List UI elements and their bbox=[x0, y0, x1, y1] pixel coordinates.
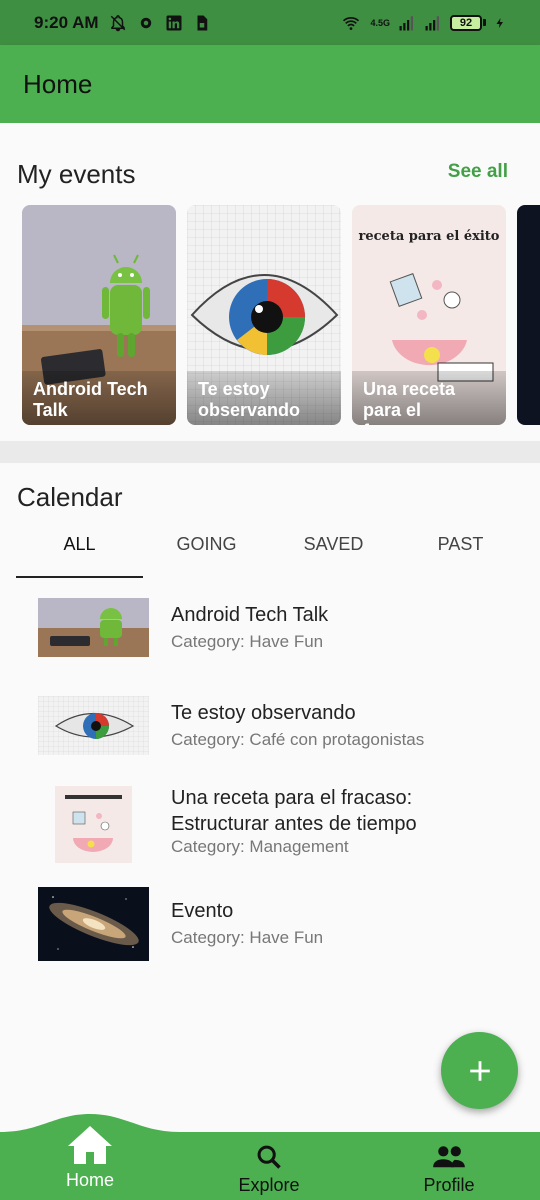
battery-icon: 92 bbox=[450, 14, 486, 31]
search-icon bbox=[257, 1145, 281, 1169]
nav-label: Profile bbox=[423, 1175, 475, 1195]
list-item[interactable]: Una receta para el fracaso: Estructurar … bbox=[0, 785, 540, 865]
event-category: Category: Have Fun bbox=[171, 632, 324, 651]
nav-home[interactable]: Home bbox=[10, 1124, 170, 1192]
recipe-thumbnail bbox=[55, 786, 132, 863]
event-category: Category: Have Fun bbox=[171, 928, 324, 947]
home-icon bbox=[68, 1126, 112, 1164]
event-title: Android Tech Talk bbox=[171, 604, 329, 626]
my-events-section: My events See all Android Tech Talk Te e… bbox=[0, 123, 540, 441]
event-card-te-estoy-observando[interactable]: Te estoy observando bbox=[187, 205, 341, 425]
list-item[interactable]: Android Tech Talk Category: Have Fun bbox=[0, 590, 540, 680]
event-card-evento[interactable] bbox=[517, 205, 540, 425]
event-title: Evento bbox=[171, 900, 234, 922]
event-title: Te estoy observando bbox=[171, 702, 356, 724]
wifi-icon bbox=[343, 16, 360, 30]
status-bar: 9:20 AM 4.5G 92 bbox=[0, 0, 540, 45]
event-card-title: Android Tech Talk bbox=[22, 371, 176, 425]
event-title: Una receta para el fracaso: Estructurar … bbox=[171, 787, 417, 835]
settings-icon bbox=[140, 17, 151, 28]
sim-card-icon bbox=[197, 15, 207, 30]
charging-icon bbox=[496, 17, 503, 28]
calendar-tabs: ALL GOING SAVED PAST bbox=[16, 520, 524, 578]
see-all-button[interactable]: See all bbox=[448, 161, 508, 183]
page-title: Home bbox=[23, 68, 93, 99]
battery-level: 92 bbox=[450, 14, 482, 31]
event-category: Category: Management bbox=[171, 837, 349, 856]
nav-profile[interactable]: Profile bbox=[369, 1143, 529, 1200]
nav-label: Explore bbox=[238, 1175, 300, 1195]
list-item[interactable]: Evento Category: Have Fun bbox=[0, 880, 540, 970]
bottom-navigation: Home Explore Profile bbox=[0, 1110, 540, 1200]
tab-past[interactable]: PAST bbox=[397, 520, 524, 578]
signal-icon-2 bbox=[425, 15, 439, 30]
status-time: 9:20 AM bbox=[34, 12, 99, 32]
event-card-android-tech-talk[interactable]: Android Tech Talk bbox=[22, 205, 176, 425]
network-type: 4.5G bbox=[370, 17, 390, 28]
tab-going[interactable]: GOING bbox=[143, 520, 270, 578]
people-icon bbox=[433, 1146, 465, 1168]
linkedin-icon bbox=[166, 15, 182, 30]
event-cards-carousel[interactable]: Android Tech Talk Te estoy observando re… bbox=[22, 205, 540, 425]
notifications-off-icon bbox=[110, 14, 125, 31]
calendar-title: Calendar bbox=[17, 482, 123, 512]
signal-icon bbox=[399, 15, 413, 30]
nav-explore[interactable]: Explore bbox=[189, 1143, 349, 1200]
event-card-title: Una receta para el fracaso: bbox=[352, 371, 506, 425]
eye-thumbnail bbox=[38, 696, 149, 755]
section-divider bbox=[0, 441, 540, 463]
my-events-title: My events bbox=[17, 159, 136, 189]
galaxy-thumbnail bbox=[38, 887, 149, 961]
event-card-una-receta[interactable]: receta para el éxito Una receta para el … bbox=[352, 205, 506, 425]
event-card-title: Te estoy observando bbox=[187, 371, 341, 425]
list-item[interactable]: Te estoy observando Category: Café con p… bbox=[0, 688, 540, 778]
tab-saved[interactable]: SAVED bbox=[270, 520, 397, 578]
nav-label: Home bbox=[65, 1170, 114, 1190]
app-bar: Home bbox=[0, 45, 540, 123]
android-thumbnail bbox=[38, 598, 149, 657]
plus-icon bbox=[469, 1060, 490, 1081]
tab-all[interactable]: ALL bbox=[16, 520, 143, 578]
add-event-button[interactable] bbox=[441, 1032, 518, 1109]
event-category: Category: Café con protagonistas bbox=[171, 730, 425, 749]
